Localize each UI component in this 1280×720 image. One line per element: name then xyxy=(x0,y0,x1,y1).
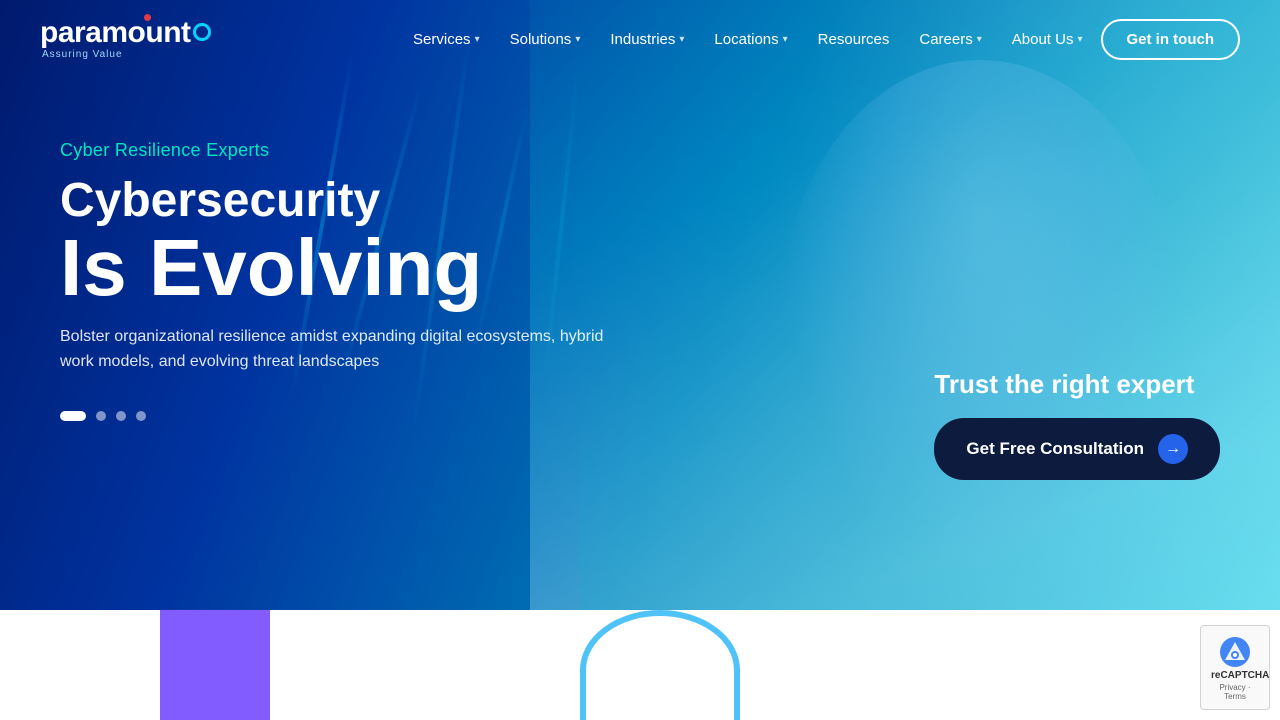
logo[interactable]: paramount Assuring Value xyxy=(40,18,211,60)
consultation-button[interactable]: Get Free Consultation → xyxy=(934,418,1220,480)
hero-description: Bolster organizational resilience amidst… xyxy=(60,324,610,375)
recaptcha-icon xyxy=(1219,636,1251,668)
hero-content: Cyber Resilience Experts Cybersecurity I… xyxy=(60,140,610,421)
nav-about[interactable]: About Us ▾ xyxy=(1000,23,1095,56)
below-hero-section xyxy=(0,610,1280,720)
slide-dots xyxy=(60,411,610,421)
careers-chevron-icon: ▾ xyxy=(977,34,982,45)
dot-1-active[interactable] xyxy=(60,411,86,421)
navbar: paramount Assuring Value Services ▾ Solu… xyxy=(0,0,1280,78)
nav-services[interactable]: Services ▾ xyxy=(401,23,492,56)
logo-i: o xyxy=(128,18,146,48)
nav-solutions[interactable]: Solutions ▾ xyxy=(498,23,593,56)
logo-text: paramount xyxy=(40,18,191,48)
nav-resources[interactable]: Resources xyxy=(806,23,902,56)
recaptcha-badge: reCAPTCHA Privacy · Terms xyxy=(1200,625,1270,710)
hero-title: Cybersecurity Is Evolving xyxy=(60,175,610,308)
recaptcha-links: Privacy · Terms xyxy=(1211,683,1259,701)
blue-decorative-shape xyxy=(580,610,740,720)
get-in-touch-button[interactable]: Get in touch xyxy=(1101,19,1241,60)
logo-circle-icon xyxy=(193,23,211,41)
dot-4[interactable] xyxy=(136,411,146,421)
industries-chevron-icon: ▾ xyxy=(679,34,684,45)
solutions-chevron-icon: ▾ xyxy=(575,34,580,45)
main-nav: Services ▾ Solutions ▾ Industries ▾ xyxy=(401,19,1240,60)
nav-industries[interactable]: Industries ▾ xyxy=(598,23,696,56)
trust-text: Trust the right expert xyxy=(934,369,1220,400)
logo-tagline: Assuring Value xyxy=(42,49,211,60)
dot-3[interactable] xyxy=(116,411,126,421)
dot-2[interactable] xyxy=(96,411,106,421)
locations-chevron-icon: ▾ xyxy=(783,34,788,45)
nav-careers[interactable]: Careers ▾ xyxy=(907,23,993,56)
services-chevron-icon: ▾ xyxy=(475,34,480,45)
recaptcha-title: reCAPTCHA xyxy=(1211,670,1259,681)
purple-decorative-shape xyxy=(160,610,270,720)
arrow-right-icon: → xyxy=(1158,434,1188,464)
about-chevron-icon: ▾ xyxy=(1077,34,1082,45)
hero-title-line2: Is Evolving xyxy=(60,228,610,308)
hero-title-line1: Cybersecurity xyxy=(60,175,610,228)
hero-subtitle: Cyber Resilience Experts xyxy=(60,140,610,161)
nav-locations[interactable]: Locations ▾ xyxy=(702,23,799,56)
hero-cta-area: Trust the right expert Get Free Consulta… xyxy=(934,369,1220,480)
